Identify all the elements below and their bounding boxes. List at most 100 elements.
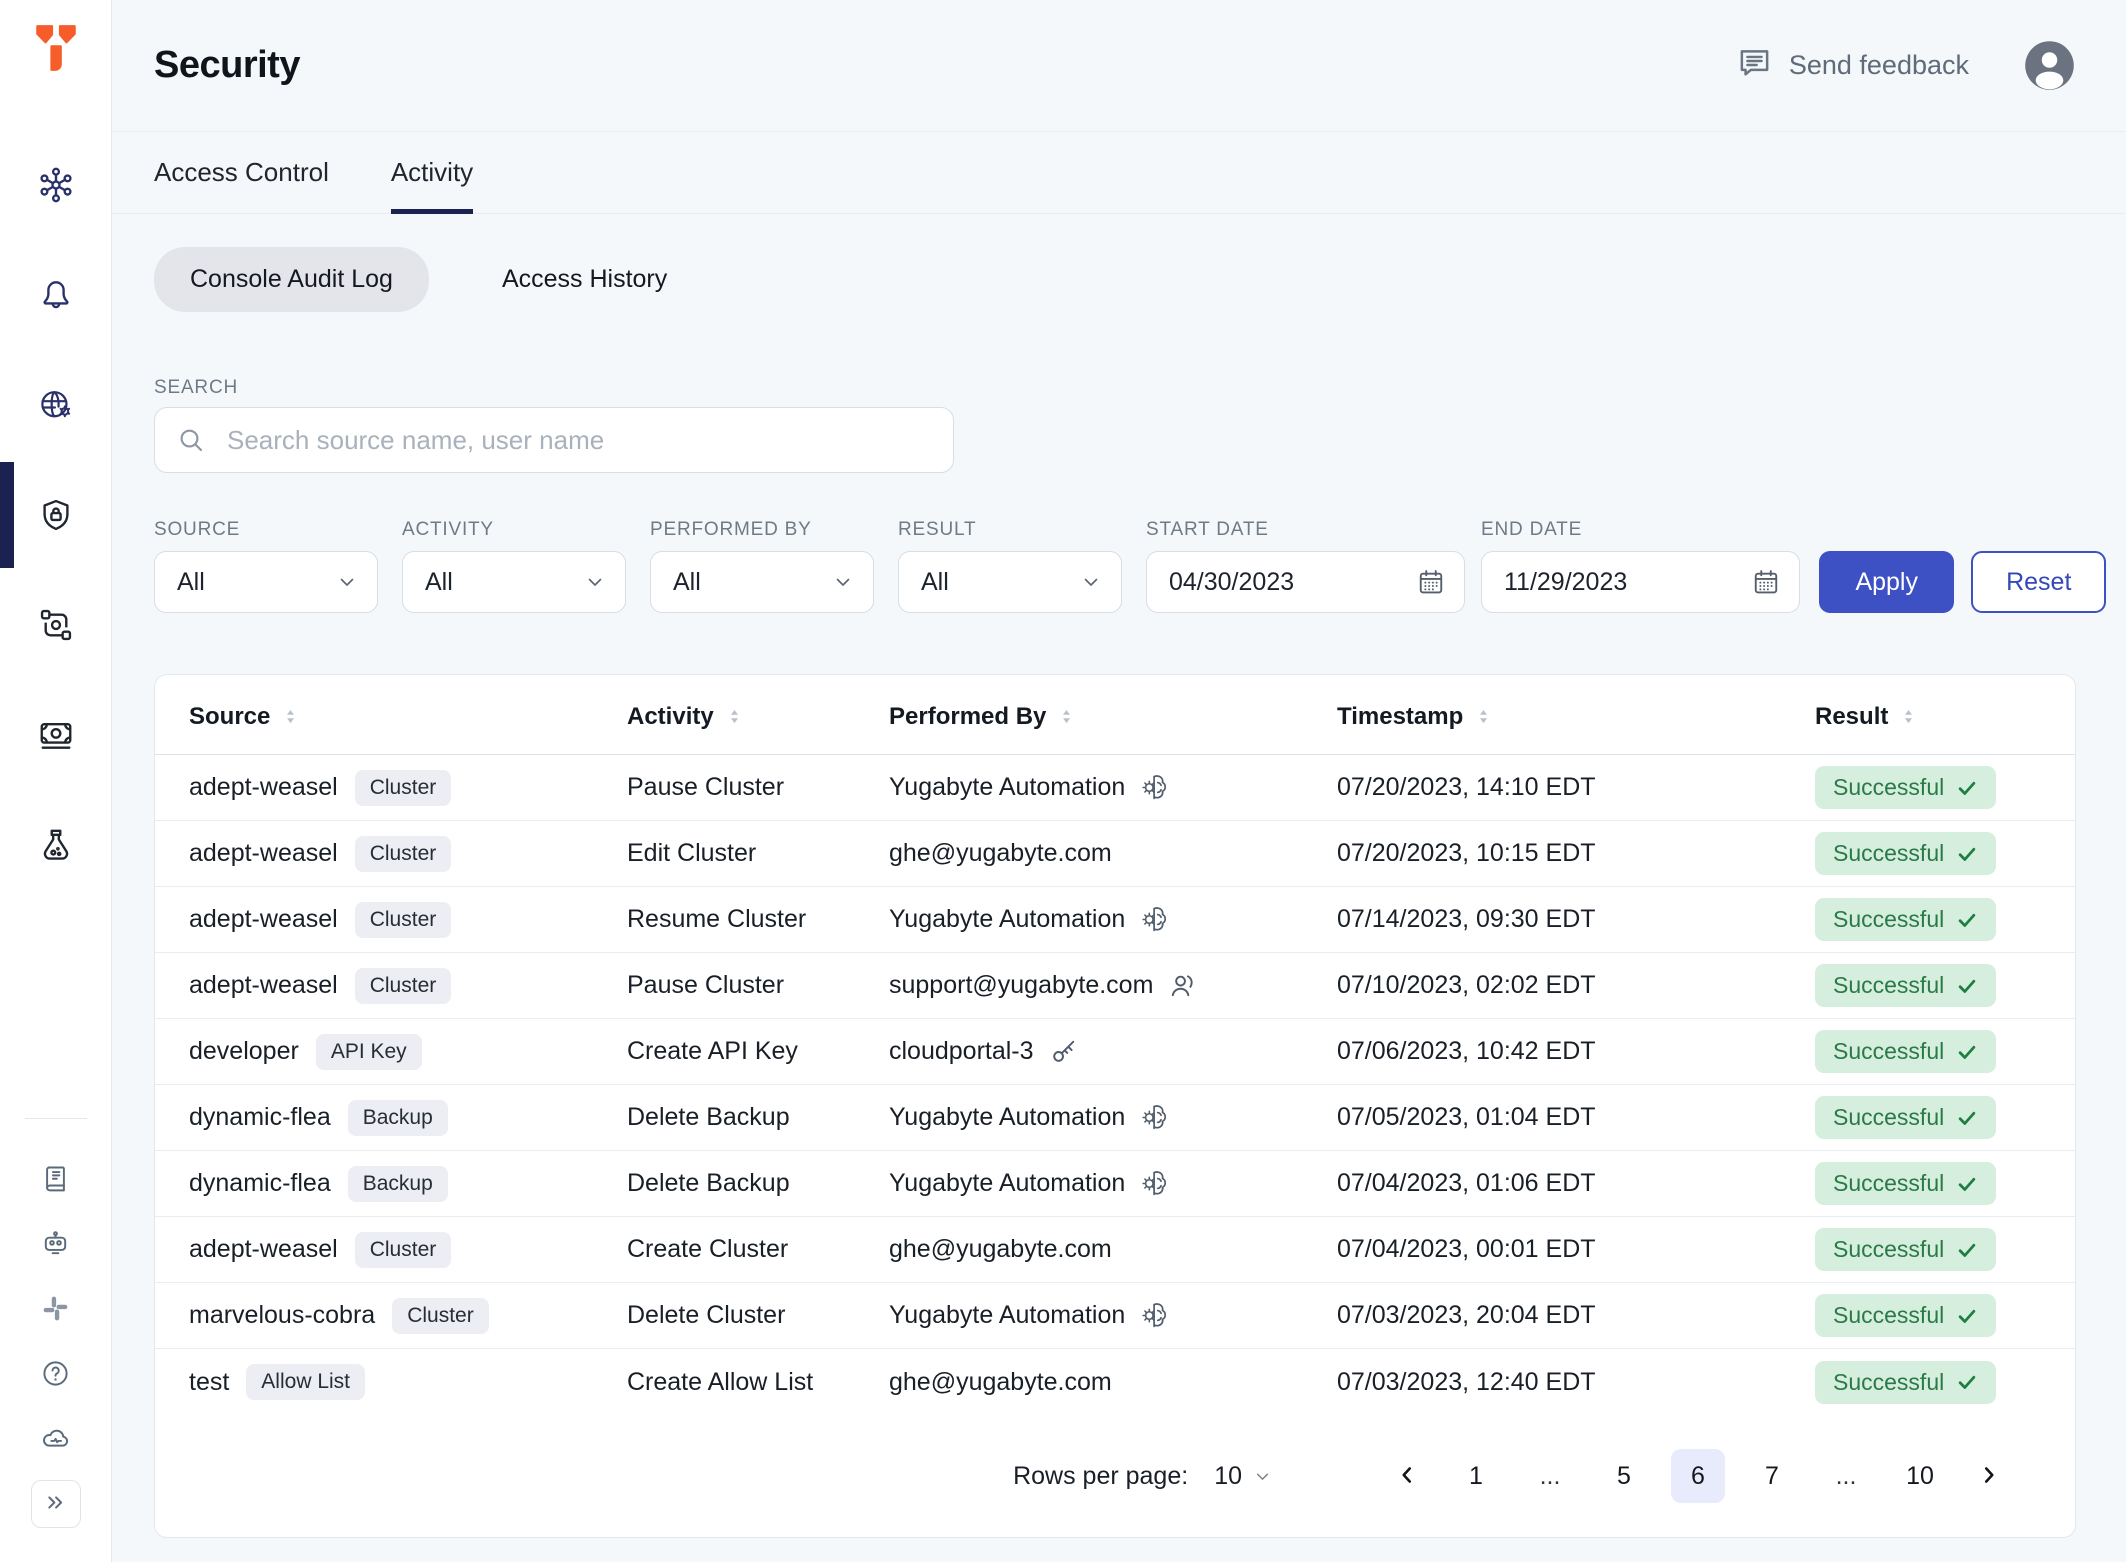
filter-selects: SOURCEAllACTIVITYAllPERFORMED BYAllRESUL…	[154, 519, 1819, 613]
performed-by-cell: Yugabyte Automation	[889, 1168, 1337, 1199]
reset-button[interactable]: Reset	[1971, 551, 2106, 613]
subtab-console-audit-log[interactable]: Console Audit Log	[154, 247, 429, 312]
page-button-5[interactable]: 5	[1597, 1449, 1651, 1503]
check-icon	[1956, 975, 1978, 997]
automation-icon	[1139, 1168, 1170, 1199]
result-badge: Successful	[1815, 964, 1996, 1007]
filter-label: START DATE	[1146, 519, 1465, 541]
source-name: adept-weasel	[189, 839, 338, 868]
result-cell: Successful	[1815, 1361, 2041, 1404]
sidebar-item-slack[interactable]	[40, 1293, 71, 1324]
source-type-badge: Cluster	[355, 968, 452, 1004]
sidebar-item-network[interactable]	[37, 386, 75, 424]
automation-icon	[1139, 1300, 1170, 1331]
timestamp-cell: 07/03/2023, 20:04 EDT	[1337, 1301, 1815, 1330]
result-cell: Successful	[1815, 766, 2041, 809]
chevron-right-icon	[1976, 1462, 2002, 1491]
result-badge: Successful	[1815, 1162, 1996, 1205]
performed-by-cell: ghe@yugabyte.com	[889, 1368, 1337, 1397]
performed-by-cell: ghe@yugabyte.com	[889, 1235, 1337, 1264]
sidebar-item-clusters[interactable]	[37, 166, 75, 204]
calendar-icon	[1416, 567, 1446, 597]
result-cell: Successful	[1815, 1030, 2041, 1073]
activity-select[interactable]: All	[402, 551, 626, 613]
search-input[interactable]	[154, 407, 954, 473]
performed-by-select[interactable]: All	[650, 551, 874, 613]
result-select[interactable]: All	[898, 551, 1122, 613]
source-cell: dynamic-fleaBackup	[189, 1100, 627, 1136]
sidebar-item-alerts[interactable]	[37, 276, 75, 314]
cloud-icon	[40, 1423, 71, 1454]
column-header-performed-by[interactable]: Performed By	[889, 703, 1337, 731]
page-button-10[interactable]: 10	[1893, 1449, 1947, 1503]
performed-by-cell: cloudportal-3	[889, 1036, 1337, 1067]
performer-name: support@yugabyte.com	[889, 971, 1153, 1000]
end-date-input[interactable]: 11/29/2023	[1481, 551, 1800, 613]
sidebar-item-security[interactable]	[37, 496, 75, 534]
double-chevron-right-icon	[42, 1489, 69, 1519]
sidebar-expand-button[interactable]	[31, 1480, 81, 1528]
sidebar-item-integrations[interactable]	[37, 606, 75, 644]
page-button-7[interactable]: 7	[1745, 1449, 1799, 1503]
sidebar-item-assistant[interactable]	[40, 1228, 71, 1259]
result-cell: Successful	[1815, 1096, 2041, 1139]
rows-per-page-select[interactable]: 10	[1214, 1462, 1273, 1491]
yugabyte-logo-icon[interactable]	[33, 22, 79, 74]
check-icon	[1956, 1305, 1978, 1327]
table-header: SourceActivityPerformed ByTimestampResul…	[155, 679, 2075, 755]
sidebar-item-help[interactable]	[40, 1358, 71, 1389]
sidebar-item-labs[interactable]	[37, 826, 75, 864]
search-icon	[176, 425, 206, 455]
chevron-down-icon	[1079, 570, 1103, 594]
rows-per-page-group: Rows per page: 10	[1013, 1462, 1273, 1491]
start-date-input[interactable]: 04/30/2023	[1146, 551, 1465, 613]
sidebar-item-docs[interactable]	[40, 1163, 71, 1194]
column-header-activity[interactable]: Activity	[627, 703, 889, 731]
user-avatar[interactable]	[2023, 39, 2076, 92]
performer-name: ghe@yugabyte.com	[889, 839, 1112, 868]
table-row: adept-weaselClusterResume ClusterYugabyt…	[155, 887, 2075, 953]
next-page-button[interactable]	[1967, 1449, 2011, 1503]
tab-activity[interactable]: Activity	[391, 132, 473, 213]
tab-access-control[interactable]: Access Control	[154, 132, 329, 213]
send-feedback-button[interactable]: Send feedback	[1736, 44, 1969, 88]
source-name: adept-weasel	[189, 905, 338, 934]
check-icon	[1956, 777, 1978, 799]
source-cell: marvelous-cobraCluster	[189, 1298, 627, 1334]
subtab-access-history[interactable]: Access History	[466, 247, 703, 312]
search-block: SEARCH	[154, 377, 2126, 473]
source-name: dynamic-flea	[189, 1169, 331, 1198]
sidebar-nav-bottom	[40, 1163, 71, 1454]
result-badge: Successful	[1815, 1294, 1996, 1337]
performed-by-cell: Yugabyte Automation	[889, 772, 1337, 803]
result-badge: Successful	[1815, 898, 1996, 941]
source-cell: adept-weaselCluster	[189, 1232, 627, 1268]
timestamp-cell: 07/04/2023, 00:01 EDT	[1337, 1235, 1815, 1264]
chevron-down-icon	[1252, 1466, 1273, 1487]
previous-page-button[interactable]	[1385, 1449, 1429, 1503]
column-header-timestamp[interactable]: Timestamp	[1337, 703, 1815, 731]
performer-name: Yugabyte Automation	[889, 905, 1125, 934]
source-cell: testAllow List	[189, 1364, 627, 1400]
source-select[interactable]: All	[154, 551, 378, 613]
topbar-right: Send feedback	[1736, 39, 2076, 92]
table-row: dynamic-fleaBackupDelete BackupYugabyte …	[155, 1085, 2075, 1151]
activity-cell: Create Cluster	[627, 1235, 889, 1264]
pagination: Rows per page: 10 1...567...10	[155, 1415, 2075, 1537]
activity-cell: Delete Backup	[627, 1103, 889, 1132]
sidebar-item-billing[interactable]	[37, 716, 75, 754]
page-button-1[interactable]: 1	[1449, 1449, 1503, 1503]
sidebar-item-cloud-status[interactable]	[40, 1423, 71, 1454]
source-type-badge: Cluster	[355, 770, 452, 806]
apply-button[interactable]: Apply	[1819, 551, 1954, 613]
activity-cell: Create Allow List	[627, 1368, 889, 1397]
source-type-badge: Cluster	[355, 1232, 452, 1268]
sort-icon	[1473, 706, 1494, 727]
column-header-source[interactable]: Source	[189, 703, 627, 731]
activity-cell: Resume Cluster	[627, 905, 889, 934]
table-row: marvelous-cobraClusterDelete ClusterYuga…	[155, 1283, 2075, 1349]
page-button-6[interactable]: 6	[1671, 1449, 1725, 1503]
column-header-result[interactable]: Result	[1815, 703, 2041, 731]
search-box	[154, 407, 954, 473]
sort-icon	[1056, 706, 1077, 727]
